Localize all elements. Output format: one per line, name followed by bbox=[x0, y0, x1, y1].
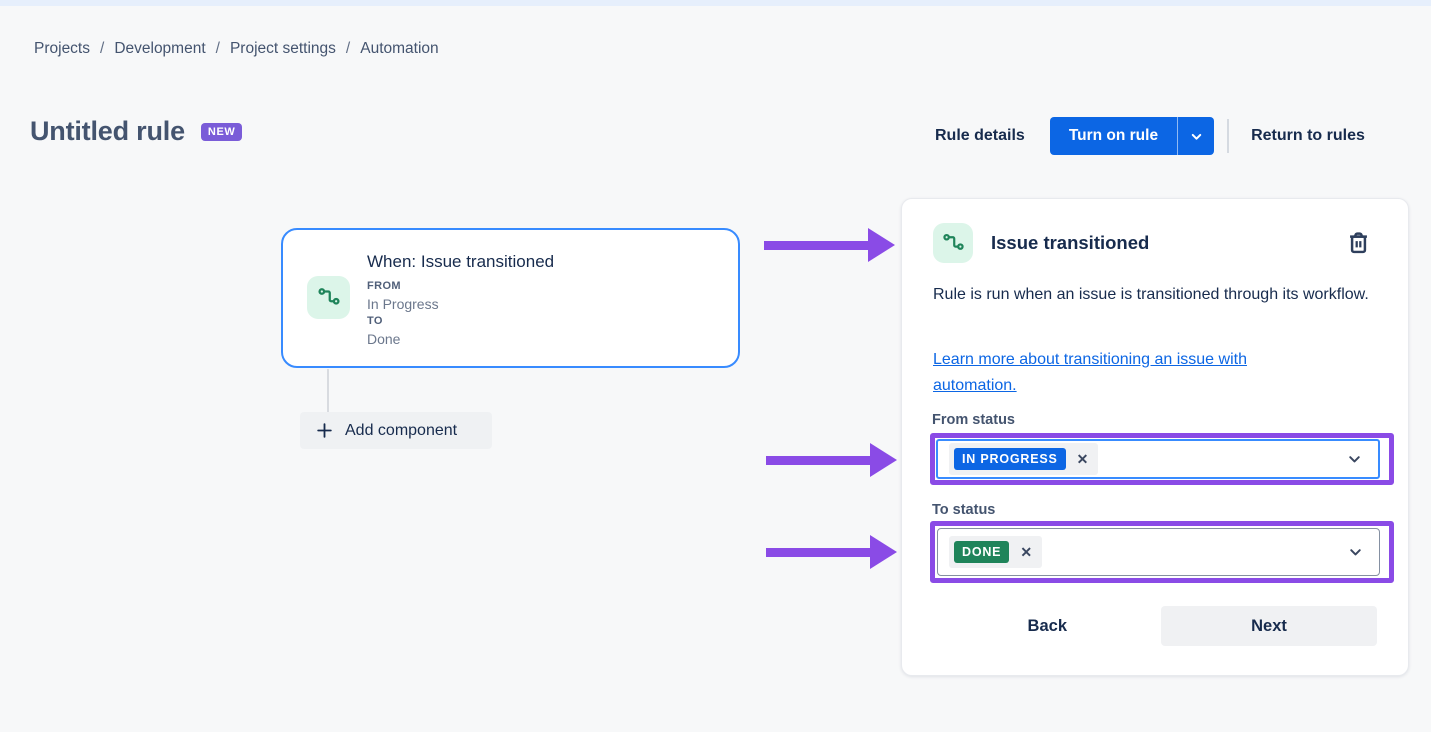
remove-tag-icon[interactable]: ✕ bbox=[1020, 545, 1032, 559]
add-component-label: Add component bbox=[345, 422, 457, 440]
trigger-config-panel: Issue transitioned Rule is run when an i… bbox=[901, 198, 1409, 676]
breadcrumb-project-settings[interactable]: Project settings bbox=[230, 40, 336, 58]
trigger-card-to-label: TO bbox=[367, 315, 554, 328]
from-status-tag-chip: IN PROGRESS ✕ bbox=[949, 443, 1098, 475]
issue-transitioned-icon bbox=[933, 223, 973, 263]
delete-trigger-button[interactable] bbox=[1345, 230, 1372, 257]
add-component-button[interactable]: Add component bbox=[300, 412, 492, 449]
turn-on-rule-split-button: Turn on rule bbox=[1050, 117, 1214, 155]
from-status-label: From status bbox=[932, 412, 1015, 428]
to-status-label: To status bbox=[932, 502, 995, 518]
new-badge: NEW bbox=[201, 123, 242, 141]
remove-tag-icon[interactable]: ✕ bbox=[1077, 452, 1089, 466]
annotation-arrow-trigger bbox=[764, 228, 895, 262]
panel-title: Issue transitioned bbox=[991, 232, 1149, 254]
from-status-highlight: IN PROGRESS ✕ bbox=[930, 433, 1394, 485]
to-status-select[interactable]: DONE ✕ bbox=[937, 528, 1380, 576]
to-status-tag-chip: DONE ✕ bbox=[949, 536, 1042, 568]
next-button[interactable]: Next bbox=[1161, 606, 1377, 646]
from-status-select[interactable]: IN PROGRESS ✕ bbox=[936, 439, 1380, 479]
done-lozenge: DONE bbox=[954, 541, 1009, 563]
back-button[interactable]: Back bbox=[1028, 617, 1067, 636]
turn-on-rule-dropdown-button[interactable] bbox=[1177, 117, 1214, 155]
in-progress-lozenge: IN PROGRESS bbox=[954, 448, 1066, 470]
chevron-down-icon[interactable] bbox=[1346, 451, 1363, 468]
rule-details-button[interactable]: Rule details bbox=[935, 127, 1025, 145]
breadcrumb: Projects / Development / Project setting… bbox=[34, 40, 439, 58]
trigger-card-from-value: In Progress bbox=[367, 296, 554, 312]
breadcrumb-separator: / bbox=[206, 40, 230, 58]
learn-more-link[interactable]: Learn more about transitioning an issue … bbox=[933, 347, 1328, 399]
plus-icon bbox=[315, 421, 334, 440]
panel-header: Issue transitioned bbox=[933, 223, 1378, 263]
annotation-arrow-from-status bbox=[766, 443, 897, 477]
panel-description: Rule is run when an issue is transitione… bbox=[933, 282, 1385, 307]
panel-footer: Back Next bbox=[902, 606, 1377, 646]
breadcrumb-separator: / bbox=[336, 40, 360, 58]
automation-rule-builder-page: Projects / Development / Project setting… bbox=[0, 0, 1431, 732]
chevron-down-icon[interactable] bbox=[1347, 544, 1364, 561]
top-accent-strip bbox=[0, 0, 1431, 6]
breadcrumb-development[interactable]: Development bbox=[114, 40, 205, 58]
breadcrumb-projects[interactable]: Projects bbox=[34, 40, 90, 58]
annotation-arrow-to-status bbox=[766, 535, 897, 569]
trash-icon bbox=[1345, 230, 1372, 257]
return-to-rules-button[interactable]: Return to rules bbox=[1251, 127, 1365, 145]
trigger-card-title: When: Issue transitioned bbox=[367, 252, 554, 272]
trigger-card[interactable]: When: Issue transitioned FROM In Progres… bbox=[281, 228, 740, 368]
header-divider bbox=[1227, 119, 1229, 153]
card-connector-line bbox=[327, 369, 329, 412]
header-actions: Rule details Turn on rule Return to rule… bbox=[900, 117, 1400, 155]
trigger-card-to-value: Done bbox=[367, 331, 554, 347]
turn-on-rule-button[interactable]: Turn on rule bbox=[1050, 117, 1177, 155]
trigger-card-from-label: FROM bbox=[367, 280, 554, 293]
chevron-down-icon bbox=[1189, 129, 1204, 144]
breadcrumb-separator: / bbox=[90, 40, 114, 58]
issue-transitioned-icon bbox=[307, 276, 350, 319]
to-status-highlight: DONE ✕ bbox=[930, 521, 1394, 583]
page-title: Untitled rule bbox=[30, 116, 185, 147]
breadcrumb-automation[interactable]: Automation bbox=[360, 40, 438, 58]
trigger-card-text: When: Issue transitioned FROM In Progres… bbox=[367, 252, 554, 350]
page-title-row: Untitled rule NEW bbox=[30, 116, 242, 147]
